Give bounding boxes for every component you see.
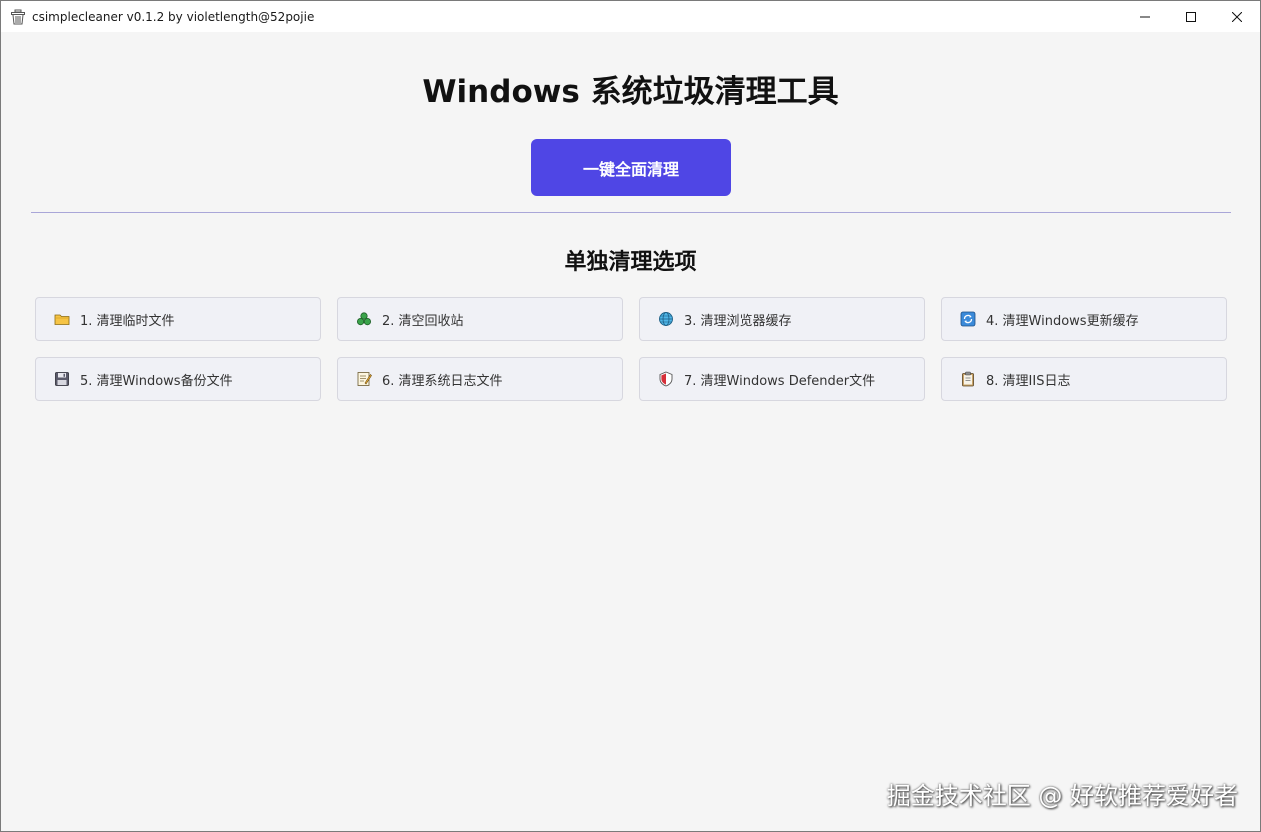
folder-icon: [54, 314, 70, 325]
window-controls: [1122, 1, 1260, 32]
main-content: Windows 系统垃圾清理工具 一键全面清理 单独清理选项 1. 清理临时文件…: [1, 32, 1260, 831]
page-title: Windows 系统垃圾清理工具: [422, 74, 839, 110]
empty-recycle-bin-button[interactable]: 2. 清空回收站: [337, 297, 623, 341]
option-label: 6. 清理系统日志文件: [382, 373, 503, 389]
minimize-button[interactable]: [1122, 1, 1168, 32]
clean-all-button[interactable]: 一键全面清理: [531, 139, 731, 196]
clean-update-cache-button[interactable]: 4. 清理Windows更新缓存: [941, 297, 1227, 341]
section-title: 单独清理选项: [564, 250, 697, 275]
recycle-icon: [356, 312, 371, 326]
option-label: 4. 清理Windows更新缓存: [986, 313, 1139, 329]
divider: [31, 212, 1231, 213]
trash-basket-icon: [11, 9, 25, 24]
maximize-icon: [1186, 11, 1196, 22]
option-label: 5. 清理Windows备份文件: [80, 373, 233, 389]
title-bar[interactable]: csimplecleaner v0.1.2 by violetlength@52…: [1, 1, 1260, 32]
option-label: 7. 清理Windows Defender文件: [684, 373, 876, 389]
options-grid: 1. 清理临时文件 2. 清空回收站 3. 清理浏览器缓存 4. 清理Windo…: [35, 297, 1229, 401]
clean-iis-logs-button[interactable]: 8. 清理IIS日志: [941, 357, 1227, 401]
clean-browser-cache-button[interactable]: 3. 清理浏览器缓存: [639, 297, 925, 341]
window-title: csimplecleaner v0.1.2 by violetlength@52…: [32, 9, 315, 24]
close-button[interactable]: [1214, 1, 1260, 32]
watermark: 掘金技术社区 @ 好软推荐爱好者: [886, 782, 1238, 810]
app-window: csimplecleaner v0.1.2 by violetlength@52…: [0, 0, 1261, 832]
option-label: 2. 清空回收站: [382, 313, 464, 329]
option-label: 3. 清理浏览器缓存: [684, 313, 792, 329]
memo-icon: [357, 372, 372, 386]
minimize-icon: [1140, 16, 1150, 17]
refresh-icon: [960, 311, 976, 327]
clean-defender-files-button[interactable]: 7. 清理Windows Defender文件: [639, 357, 925, 401]
clipboard-icon: [962, 371, 974, 387]
close-icon: [1232, 11, 1242, 22]
floppy-disk-icon: [55, 372, 69, 386]
maximize-button[interactable]: [1168, 1, 1214, 32]
option-label: 8. 清理IIS日志: [986, 373, 1071, 389]
shield-icon: [659, 371, 673, 387]
clean-temp-files-button[interactable]: 1. 清理临时文件: [35, 297, 321, 341]
clean-backup-files-button[interactable]: 5. 清理Windows备份文件: [35, 357, 321, 401]
clean-system-logs-button[interactable]: 6. 清理系统日志文件: [337, 357, 623, 401]
globe-icon: [659, 312, 673, 326]
option-label: 1. 清理临时文件: [80, 313, 175, 329]
